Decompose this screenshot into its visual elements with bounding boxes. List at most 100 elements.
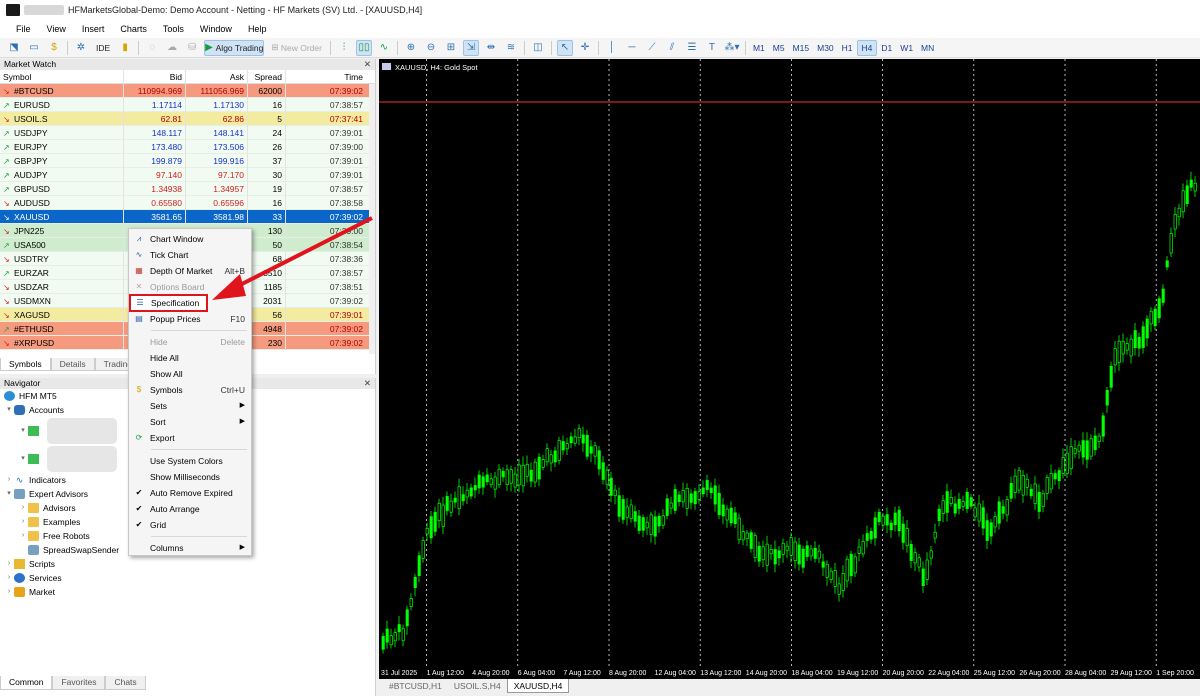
chevron-right-icon[interactable]: › xyxy=(4,557,14,571)
menu-window[interactable]: Window xyxy=(192,24,240,34)
market-watch-scrollbar[interactable] xyxy=(369,84,375,354)
market-watch-row[interactable]: ↗ GBPJPY 199.879 199.916 37 07:39:01 xyxy=(0,154,375,168)
menu-hide[interactable]: Hide Delete xyxy=(129,334,251,350)
market-watch-row[interactable]: ↘ USOIL.S 62.81 62.86 5 07:37:41 xyxy=(0,112,375,126)
chevron-down-icon[interactable]: ▾ xyxy=(4,403,14,417)
channel-icon[interactable]: ⫽ xyxy=(664,40,680,56)
horizontal-line-icon[interactable]: ─ xyxy=(624,40,640,56)
menu-use-system-colors[interactable]: Use System Colors xyxy=(129,453,251,469)
chevron-right-icon[interactable]: › xyxy=(18,515,28,529)
cursor-icon[interactable]: ↖ xyxy=(556,39,573,56)
menu-file[interactable]: File xyxy=(8,24,39,34)
menu-export[interactable]: ⟳ Export xyxy=(129,430,251,446)
tf-h1[interactable]: H1 xyxy=(838,40,857,56)
market-watch-row[interactable]: ↘ AUDUSD 0.65580 0.65596 16 07:38:58 xyxy=(0,196,375,210)
menu-depth-of-market[interactable]: ▦ Depth Of Market Alt+B xyxy=(129,263,251,279)
tf-m30[interactable]: M30 xyxy=(813,40,838,56)
tab-symbols[interactable]: Symbols xyxy=(0,358,51,371)
signal-icon[interactable]: ◌ xyxy=(144,40,160,56)
menu-auto-remove-expired[interactable]: ✔ Auto Remove Expired xyxy=(129,485,251,501)
vertical-line-icon[interactable]: │ xyxy=(604,40,620,56)
chevron-right-icon[interactable]: › xyxy=(18,529,28,543)
candlestick-icon[interactable]: ▯▯ xyxy=(355,39,372,56)
chart-tab-btcusd[interactable]: #BTCUSD,H1 xyxy=(383,679,448,693)
col-bid[interactable]: Bid xyxy=(124,70,186,84)
tf-m5[interactable]: M5 xyxy=(769,40,789,56)
market-watch-row[interactable]: ↗ USDJPY 148.117 148.141 24 07:39:01 xyxy=(0,126,375,140)
tab-common[interactable]: Common xyxy=(0,676,53,690)
ide-button[interactable]: IDE xyxy=(93,40,113,56)
tf-h4[interactable]: H4 xyxy=(856,39,878,56)
chart-shift-icon[interactable]: ⇹ xyxy=(483,40,499,56)
zoom-in-icon[interactable]: ⊕ xyxy=(403,40,419,56)
menu-hide-all[interactable]: Hide All xyxy=(129,350,251,366)
market-watch-row[interactable]: ↗ EURUSD 1.17114 1.17130 16 07:38:57 xyxy=(0,98,375,112)
menu-popup-prices[interactable]: ▤ Popup Prices F10 xyxy=(129,311,251,327)
metaeditor-icon[interactable]: ✲ xyxy=(73,40,89,56)
chevron-right-icon[interactable]: › xyxy=(4,571,14,585)
menu-columns[interactable]: Columns ▶ xyxy=(129,540,251,556)
algo-trading-button[interactable]: ▶ Algo Trading xyxy=(204,39,265,56)
database-icon[interactable]: ⛁ xyxy=(184,40,200,56)
menu-charts[interactable]: Charts xyxy=(112,24,155,34)
shapes-icon[interactable]: ⁂▾ xyxy=(724,40,740,56)
menu-show-milliseconds[interactable]: Show Milliseconds xyxy=(129,469,251,485)
col-symbol[interactable]: Symbol xyxy=(0,70,124,84)
crosshair-icon[interactable]: ✛ xyxy=(577,40,593,56)
menu-help[interactable]: Help xyxy=(240,24,275,34)
market-watch-row[interactable]: ↘ XAUUSD 3581.65 3581.98 33 07:39:02 xyxy=(0,210,375,224)
nav-scripts[interactable]: › Scripts xyxy=(0,557,375,571)
chevron-right-icon[interactable]: › xyxy=(4,473,14,487)
autoscroll-icon[interactable]: ⇲ xyxy=(462,39,479,56)
trend-line-icon[interactable]: ⟋ xyxy=(644,40,660,56)
market-icon[interactable]: $ xyxy=(46,40,62,56)
chevron-down-icon[interactable]: ▾ xyxy=(4,487,14,501)
fibonacci-icon[interactable]: ☰ xyxy=(684,40,700,56)
chevron-right-icon[interactable]: › xyxy=(4,585,14,599)
menu-insert[interactable]: Insert xyxy=(74,24,113,34)
line-chart-icon[interactable]: ∿ xyxy=(376,40,392,56)
nav-services[interactable]: › Services xyxy=(0,571,375,585)
bar-chart-icon[interactable]: ⫶ xyxy=(336,40,352,56)
market-watch-row[interactable]: ↘ #BTCUSD 110994.969 111056.969 62000 07:39:0… xyxy=(0,84,375,98)
menu-tick-chart[interactable]: ∿ Tick Chart xyxy=(129,247,251,263)
menu-specification[interactable]: ☰ Specification xyxy=(129,294,208,312)
text-icon[interactable]: T xyxy=(704,40,720,56)
tf-m1[interactable]: M1 xyxy=(749,40,769,56)
price-chart[interactable]: XAUUSD, H4: Gold Spot 31 Jul 2025 1 Aug 1… xyxy=(379,59,1200,679)
tab-favorites[interactable]: Favorites xyxy=(52,676,106,690)
chart-area[interactable]: XAUUSD, H4: Gold Spot 31 Jul 2025 1 Aug 1… xyxy=(379,59,1200,679)
menu-symbols[interactable]: $ Symbols Ctrl+U xyxy=(129,382,251,398)
market-watch-row[interactable]: ↗ EURJPY 173.480 173.506 26 07:39:00 xyxy=(0,140,375,154)
menu-chart-window[interactable]: ⩘ Chart Window xyxy=(129,231,251,247)
menu-sets[interactable]: Sets ▶ xyxy=(129,398,251,414)
close-icon[interactable]: ✕ xyxy=(364,378,375,389)
tf-mn[interactable]: MN xyxy=(917,40,938,56)
close-icon[interactable]: ✕ xyxy=(364,59,375,70)
new-chart-icon[interactable]: ⬔ xyxy=(6,40,22,56)
market-watch-row[interactable]: ↗ GBPUSD 1.34938 1.34957 19 07:38:57 xyxy=(0,182,375,196)
tf-w1[interactable]: W1 xyxy=(896,40,917,56)
tab-chats[interactable]: Chats xyxy=(105,676,146,690)
cloud-icon[interactable]: ☁ xyxy=(164,40,180,56)
menu-tools[interactable]: Tools xyxy=(155,24,192,34)
market-watch-row[interactable]: ↗ AUDJPY 97.140 97.170 30 07:39:01 xyxy=(0,168,375,182)
new-order-button[interactable]: ⊞ New Order xyxy=(268,40,325,56)
col-ask[interactable]: Ask xyxy=(186,70,248,84)
menu-view[interactable]: View xyxy=(39,24,74,34)
col-spread[interactable]: Spread xyxy=(248,70,286,84)
col-time[interactable]: Time xyxy=(286,70,366,84)
indicators-icon[interactable]: ≋ xyxy=(503,40,519,56)
screenshot-icon[interactable]: ◫ xyxy=(530,40,546,56)
grid-icon[interactable]: ⊞ xyxy=(443,40,459,56)
chart-tab-usoil[interactable]: USOIL.S,H4 xyxy=(448,679,507,693)
chevron-down-icon[interactable]: ▾ xyxy=(18,424,28,438)
chart-tab-xauusd[interactable]: XAUUSD,H4 xyxy=(506,679,570,693)
menu-grid[interactable]: ✔ Grid xyxy=(129,517,251,533)
tf-m15[interactable]: M15 xyxy=(789,40,814,56)
chevron-down-icon[interactable]: ▾ xyxy=(18,452,28,466)
tf-d1[interactable]: D1 xyxy=(877,40,896,56)
menu-options-board[interactable]: ✕ Options Board xyxy=(129,279,251,295)
zoom-out-icon[interactable]: ⊖ xyxy=(423,40,439,56)
menu-sort[interactable]: Sort ▶ xyxy=(129,414,251,430)
